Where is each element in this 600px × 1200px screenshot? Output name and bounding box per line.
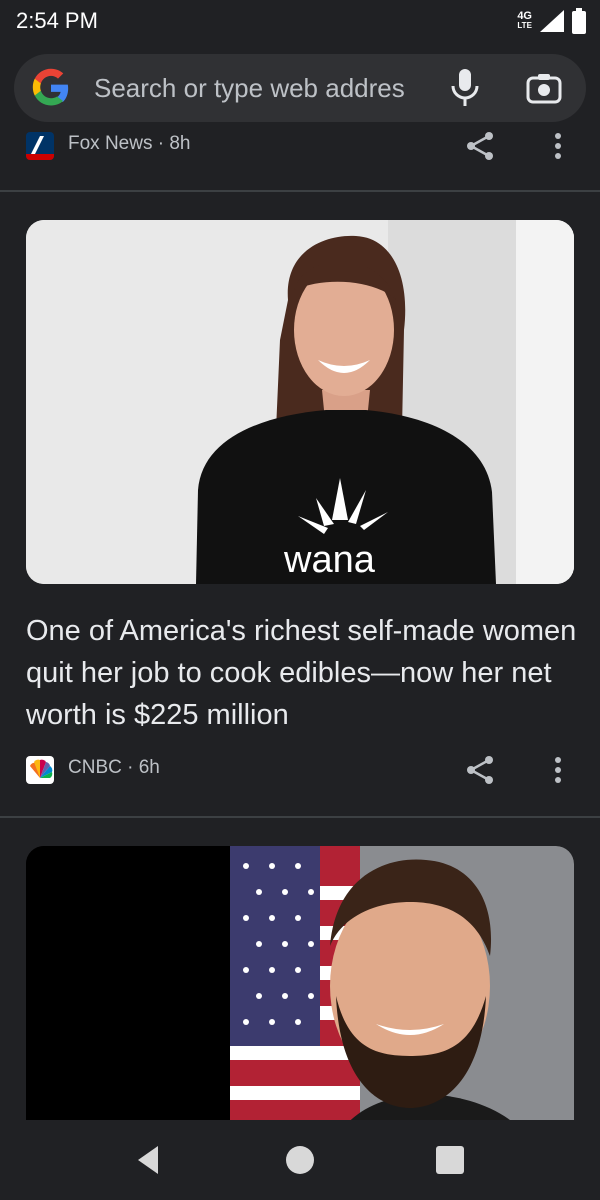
network-label: 4G (517, 10, 532, 22)
share-icon[interactable] (462, 132, 498, 164)
search-input[interactable]: Search or type web addres (94, 73, 405, 104)
status-time: 2:54 PM (16, 8, 98, 33)
back-icon[interactable] (134, 1144, 164, 1176)
status-bar: 2:54 PM 4G LTE (0, 0, 600, 44)
more-options-icon[interactable] (546, 754, 570, 786)
portrait-photo-woman: wana (26, 220, 574, 584)
share-icon[interactable] (462, 752, 498, 788)
omnibox[interactable]: Search or type web addres (14, 54, 586, 122)
google-logo-icon (32, 68, 69, 106)
feed-divider (0, 816, 600, 818)
microphone-icon[interactable] (450, 69, 480, 107)
fox-news-logo-icon (26, 132, 54, 160)
more-options-icon[interactable] (546, 132, 570, 162)
article-headline[interactable]: One of America's richest self-made women… (26, 610, 586, 736)
portrait-photo-man (26, 846, 574, 1120)
network-type-icon: 4G LTE (517, 11, 532, 31)
cnbc-logo-icon (26, 756, 54, 784)
feed-divider (0, 190, 600, 192)
article-meta-fox: Fox News · 8h (26, 132, 574, 164)
signal-icon (540, 10, 564, 32)
article-image-cnbc[interactable]: wana (26, 220, 574, 584)
shirt-logo-text: wana (283, 539, 376, 581)
network-sub-label: LTE (517, 21, 532, 30)
article-meta-cnbc: CNBC · 6h (26, 752, 574, 788)
source-label: Fox News · 8h (68, 133, 191, 154)
system-navigation-bar (0, 1120, 600, 1200)
recents-icon[interactable] (436, 1146, 464, 1174)
article-image-next[interactable] (26, 846, 574, 1120)
system-icons: 4G LTE (517, 7, 586, 35)
battery-icon (572, 8, 586, 34)
home-icon[interactable] (286, 1146, 314, 1174)
discover-feed[interactable]: Fox News · 8h wana One of America's rich… (0, 132, 600, 1120)
lens-camera-icon[interactable] (526, 72, 562, 104)
source-label: CNBC · 6h (68, 757, 160, 778)
